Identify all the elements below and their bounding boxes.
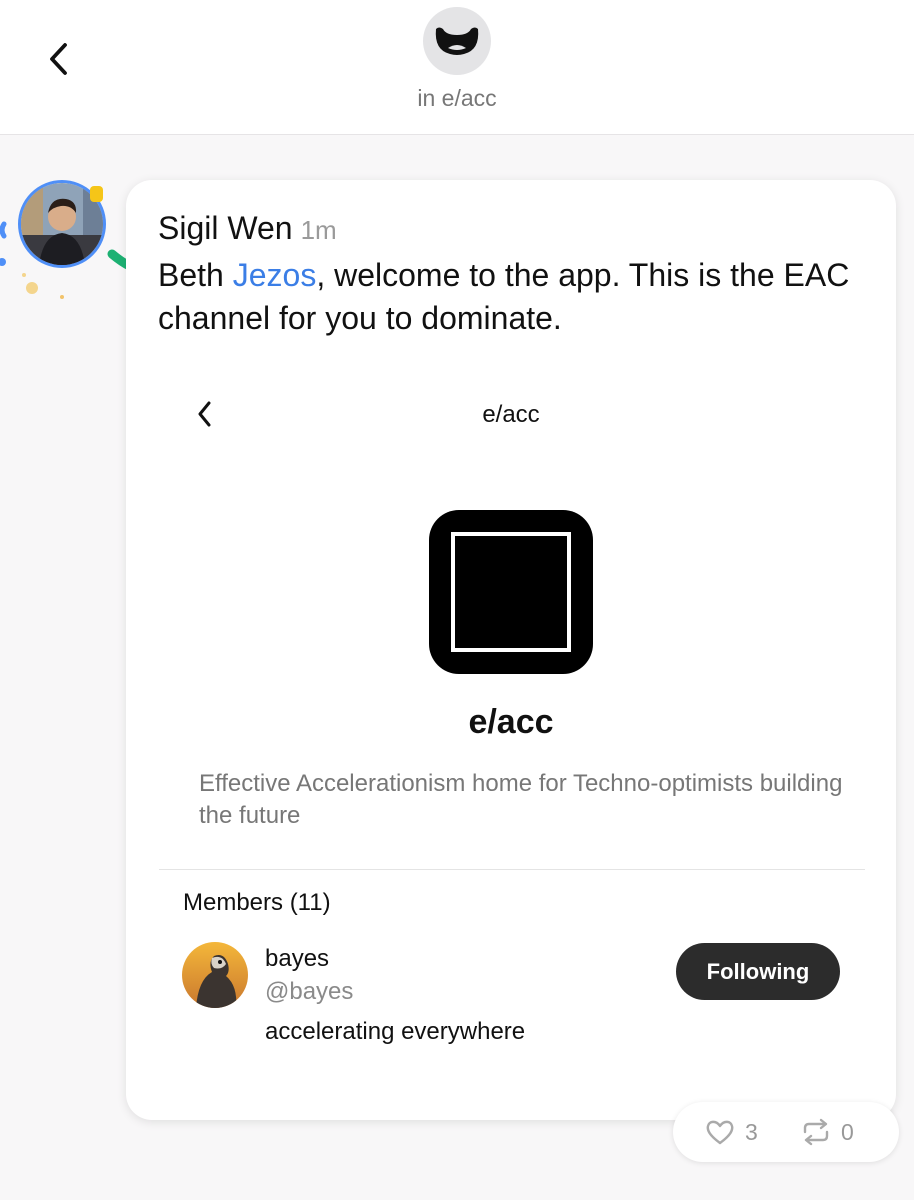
repost-button[interactable]: 0 xyxy=(801,1102,854,1162)
author-name[interactable]: Sigil Wen xyxy=(158,210,293,246)
post-text-start: Beth xyxy=(158,257,233,293)
divider xyxy=(159,869,865,870)
member-bio: accelerating everywhere xyxy=(265,1018,526,1045)
member-name: bayes xyxy=(265,945,330,972)
heart-icon xyxy=(706,1120,734,1145)
like-button[interactable]: 3 xyxy=(705,1102,758,1162)
post-text: Beth Jezos, welcome to the app. This is … xyxy=(158,254,868,340)
mention-link[interactable]: Jezos xyxy=(233,257,317,293)
chevron-left-icon xyxy=(50,43,67,75)
embed-title: e/acc xyxy=(482,401,540,428)
member-avatar xyxy=(182,942,248,1008)
channel-name: e/acc xyxy=(468,703,554,741)
repost-count: 0 xyxy=(841,1118,854,1145)
post-header: Sigil Wen 1m xyxy=(158,210,337,247)
mask-icon xyxy=(435,27,479,55)
following-button: Following xyxy=(676,943,840,1000)
top-bar: in e/acc xyxy=(0,0,914,135)
back-button[interactable] xyxy=(38,38,80,80)
post-card: Sigil Wen 1m Beth Jezos, welcome to the a… xyxy=(126,180,896,1120)
channel-avatar[interactable] xyxy=(423,7,491,75)
like-count: 3 xyxy=(745,1118,758,1145)
eacc-logo-icon xyxy=(429,510,593,674)
channel-description: Effective Accelerationism home for Techn… xyxy=(199,770,843,829)
avatar-decoration xyxy=(0,186,139,299)
repost-icon xyxy=(803,1118,829,1146)
member-photo xyxy=(182,942,248,1008)
reactions-bar: 3 0 xyxy=(673,1102,899,1162)
members-heading: Members (11) xyxy=(183,889,331,916)
member-handle: @bayes xyxy=(265,978,354,1005)
post-time: 1m xyxy=(300,215,337,245)
channel-caption: in e/acc xyxy=(417,85,497,111)
channel-logo xyxy=(429,510,593,674)
